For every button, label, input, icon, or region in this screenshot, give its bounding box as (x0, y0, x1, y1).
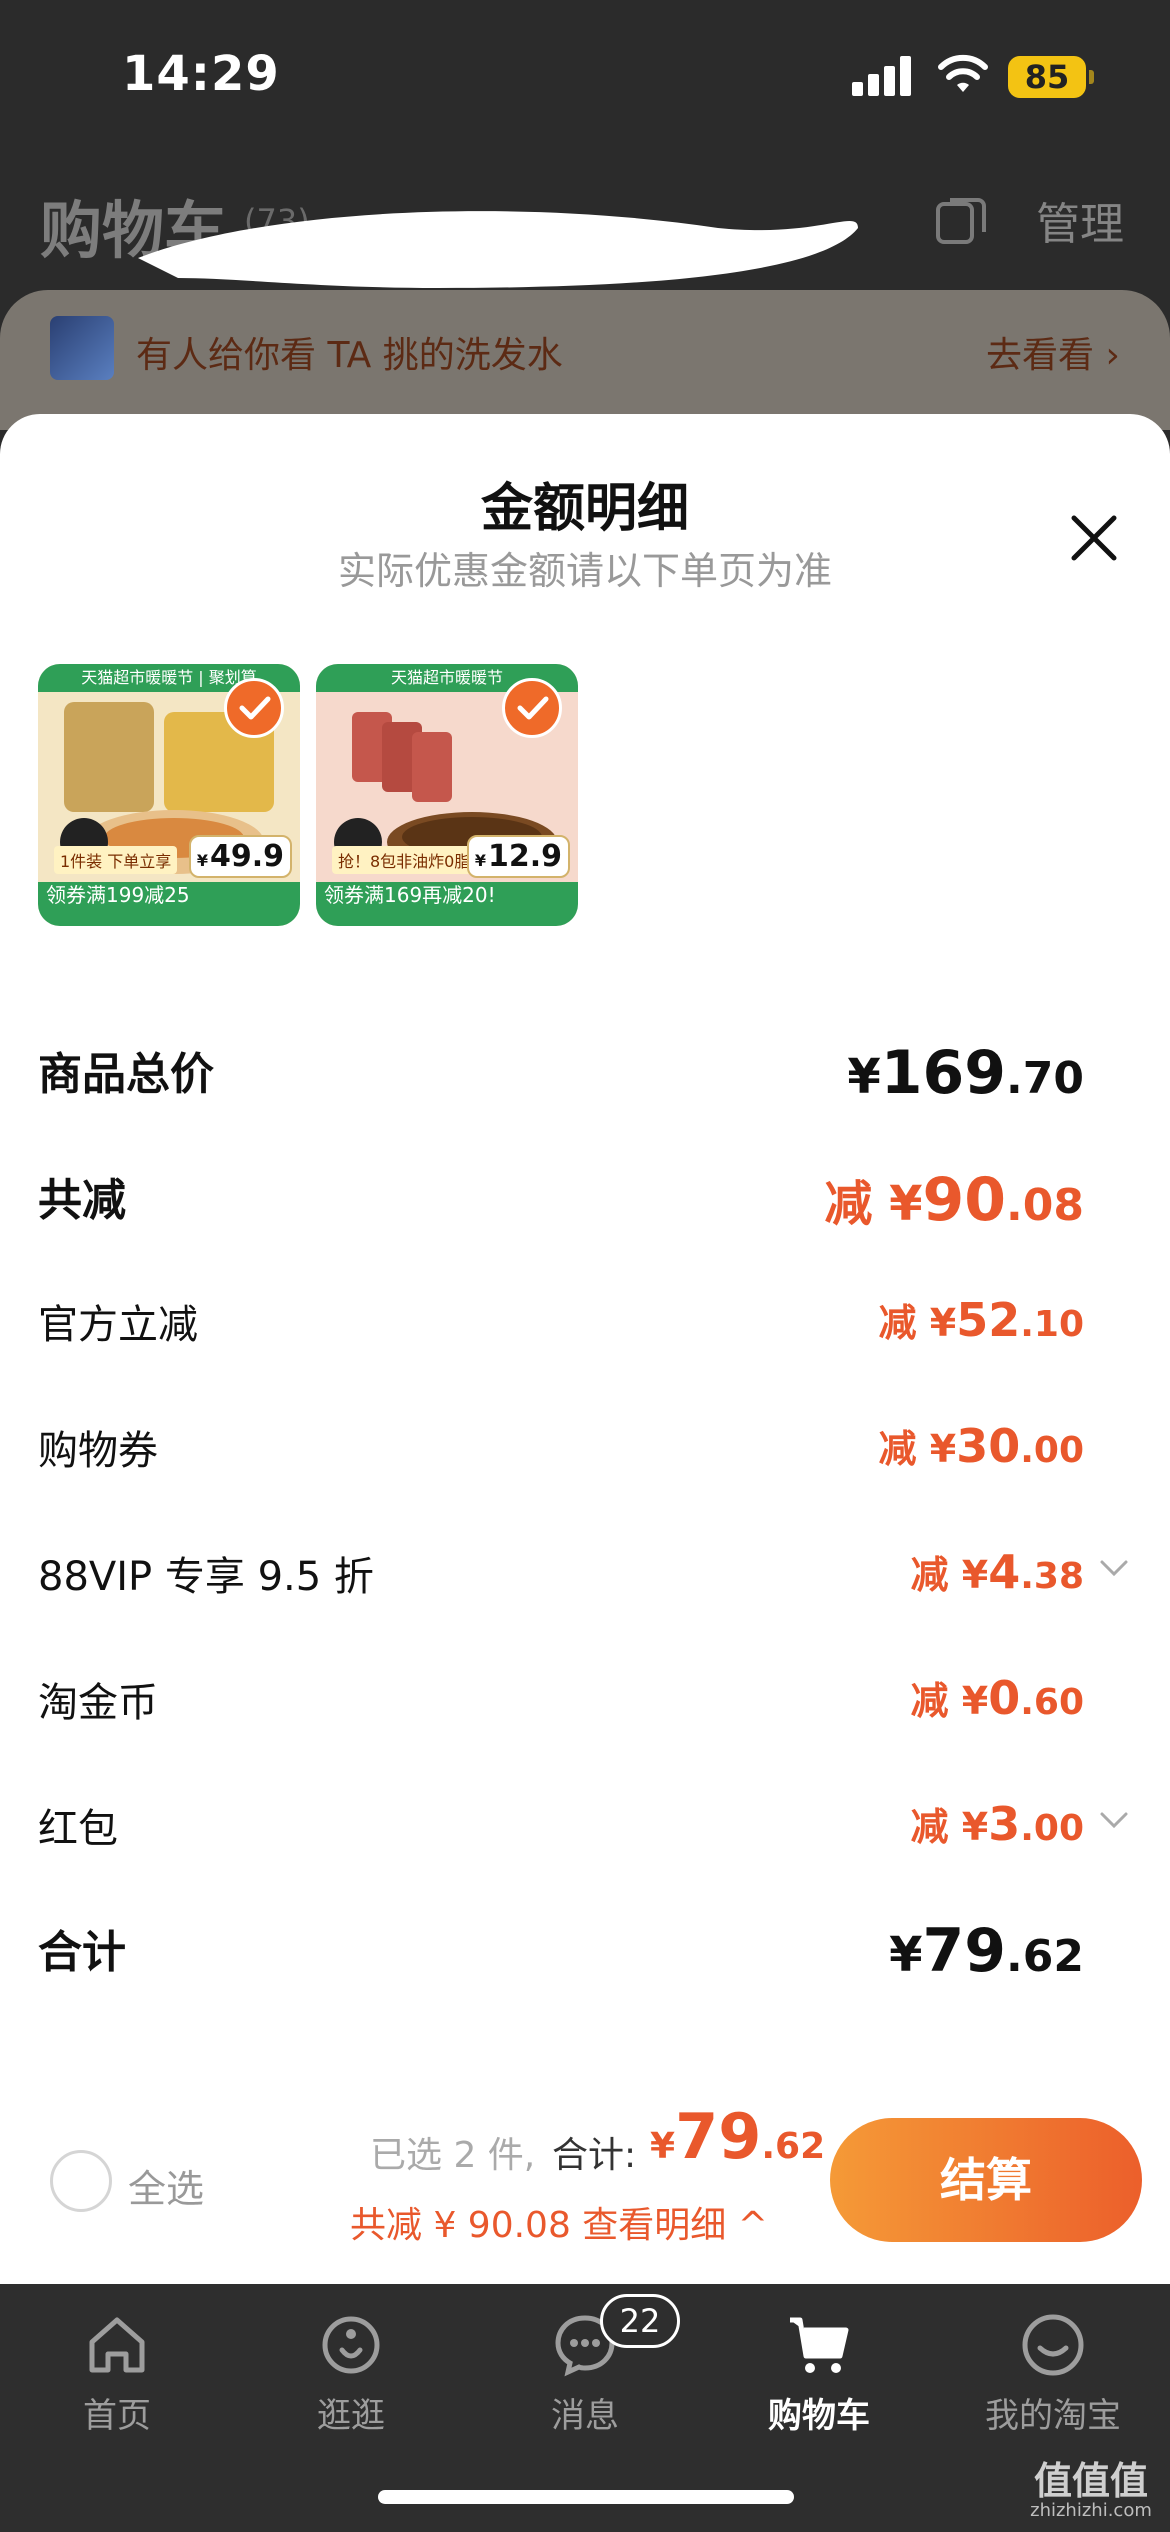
row-shopping-coupon: 购物券 减 ¥30.00 (38, 1418, 1132, 1478)
row-label: 商品总价 (38, 1049, 214, 1100)
row-88vip-discount[interactable]: 88VIP 专享 9.5 折 减 ¥4.38 (38, 1544, 1132, 1604)
status-time: 14:29 (122, 46, 280, 102)
close-icon[interactable] (1066, 510, 1122, 566)
row-amount: 减 ¥3.00 (910, 1797, 1084, 1851)
cellular-signal-icon (852, 56, 914, 96)
row-subtotal: 商品总价 ¥169.70 (38, 1038, 1132, 1108)
row-amount: 减 ¥0.60 (910, 1671, 1084, 1725)
selected-checkmark-icon (224, 678, 284, 738)
tab-label: 逛逛 (317, 2396, 385, 2436)
row-label: 合计 (38, 1927, 126, 1978)
product-thumbnail[interactable]: 天猫超市暖暖节 抢！8包非油炸0脂面饼 ¥12.9 领券满169再减20! (316, 664, 578, 926)
amount-detail-sheet: 金额明细 实际优惠金额请以下单页为准 天猫超市暖暖节 | 聚划算 1件装 下单立… (0, 414, 1170, 2284)
product-label: 1件装 下单立享 (54, 846, 178, 874)
row-amount: 减 ¥4.38 (910, 1545, 1084, 1599)
row-taojinbi: 淘金币 减 ¥0.60 (38, 1670, 1132, 1730)
tab-stroll[interactable]: 逛逛 (234, 2296, 468, 2446)
row-label: 88VIP 专享 9.5 折 (38, 1554, 374, 1600)
message-badge: 22 (600, 2294, 680, 2348)
battery-indicator: 85 (1008, 56, 1094, 98)
row-amount: 减 ¥30.00 (878, 1419, 1084, 1473)
sheet-subtitle: 实际优惠金额请以下单页为准 (337, 549, 832, 593)
profile-icon (1022, 2314, 1084, 2376)
product-coupon: 领券满169再减20! (316, 882, 578, 926)
total-amount: ¥79.62 (650, 2100, 826, 2173)
tab-cart[interactable]: 购物车 (702, 2296, 936, 2446)
total-label: 合计: (552, 2135, 637, 2176)
selected-checkmark-icon (502, 678, 562, 738)
banner-text: 有人给你看 TA 挑的洗发水 (136, 335, 563, 376)
product-thumbnail[interactable]: 天猫超市暖暖节 | 聚划算 1件装 下单立享 ¥49.9 领券满199减25 (38, 664, 300, 926)
cart-icon (790, 2317, 849, 2373)
recommendation-banner[interactable]: 有人给你看 TA 挑的洗发水 去看看 › (0, 290, 1170, 430)
sheet-title: 金额明细 (480, 479, 689, 539)
banner-link[interactable]: 去看看 › (986, 326, 1120, 378)
tab-label: 消息 (551, 2396, 619, 2436)
row-red-packet[interactable]: 红包 减 ¥3.00 (38, 1796, 1132, 1856)
row-total-discount: 共减 减 ¥90.08 (38, 1164, 1132, 1235)
tab-label: 购物车 (768, 2396, 870, 2436)
row-amount: ¥79.62 (889, 1916, 1084, 1986)
home-icon (89, 2317, 145, 2373)
row-label: 共减 (38, 1175, 126, 1226)
row-label: 红包 (38, 1806, 118, 1852)
row-label: 淘金币 (38, 1680, 158, 1726)
row-label: 官方立减 (38, 1302, 198, 1348)
cart-share-icon[interactable] (934, 194, 988, 248)
row-amount: 减 ¥52.10 (878, 1293, 1084, 1347)
tab-profile[interactable]: 我的淘宝 (936, 2296, 1170, 2446)
status-bar: 14:29 85 (0, 0, 1170, 150)
tab-label: 我的淘宝 (985, 2396, 1121, 2436)
row-grand-total: 合计 ¥79.62 (38, 1916, 1132, 1986)
watermark-url: zhizhizhi.com (1030, 2500, 1152, 2521)
redaction-scribble (138, 211, 858, 288)
cart-header: 购物车 (73) 管理 (0, 150, 1170, 290)
manage-button[interactable]: 管理 (1036, 188, 1124, 252)
row-amount: 减 ¥90.08 (824, 1165, 1084, 1235)
chevron-down-icon[interactable] (1096, 1802, 1132, 1838)
product-price: ¥49.9 (188, 835, 292, 878)
row-official-discount: 官方立减 减 ¥52.10 (38, 1292, 1132, 1352)
tab-home[interactable]: 首页 (0, 2296, 234, 2446)
checkout-button[interactable]: 结算 (830, 2118, 1142, 2242)
selected-count: 已选 2 件, (370, 2135, 536, 2176)
row-label: 购物券 (38, 1428, 158, 1474)
banner-thumbnail (50, 316, 114, 380)
product-coupon: 领券满199减25 (38, 882, 300, 926)
home-indicator[interactable] (378, 2490, 794, 2504)
tab-label: 首页 (83, 2396, 151, 2436)
wifi-icon (938, 54, 988, 92)
product-price: ¥12.9 (466, 835, 570, 878)
watermark-logo: 值值值 (1033, 2459, 1148, 2503)
select-all-label[interactable]: 全选 (128, 2158, 204, 2213)
chevron-down-icon[interactable] (1096, 1550, 1132, 1586)
select-all-checkbox[interactable] (50, 2150, 112, 2212)
stroll-icon (322, 2316, 380, 2374)
checkout-bar: 全选 已选 2 件, 合计: ¥79.62 共减 ¥ 90.08 查看明细 ^ … (0, 2090, 1170, 2284)
view-detail-link[interactable]: 共减 ¥ 90.08 查看明细 ^ (350, 2196, 768, 2248)
row-amount: ¥169.70 (847, 1038, 1084, 1108)
